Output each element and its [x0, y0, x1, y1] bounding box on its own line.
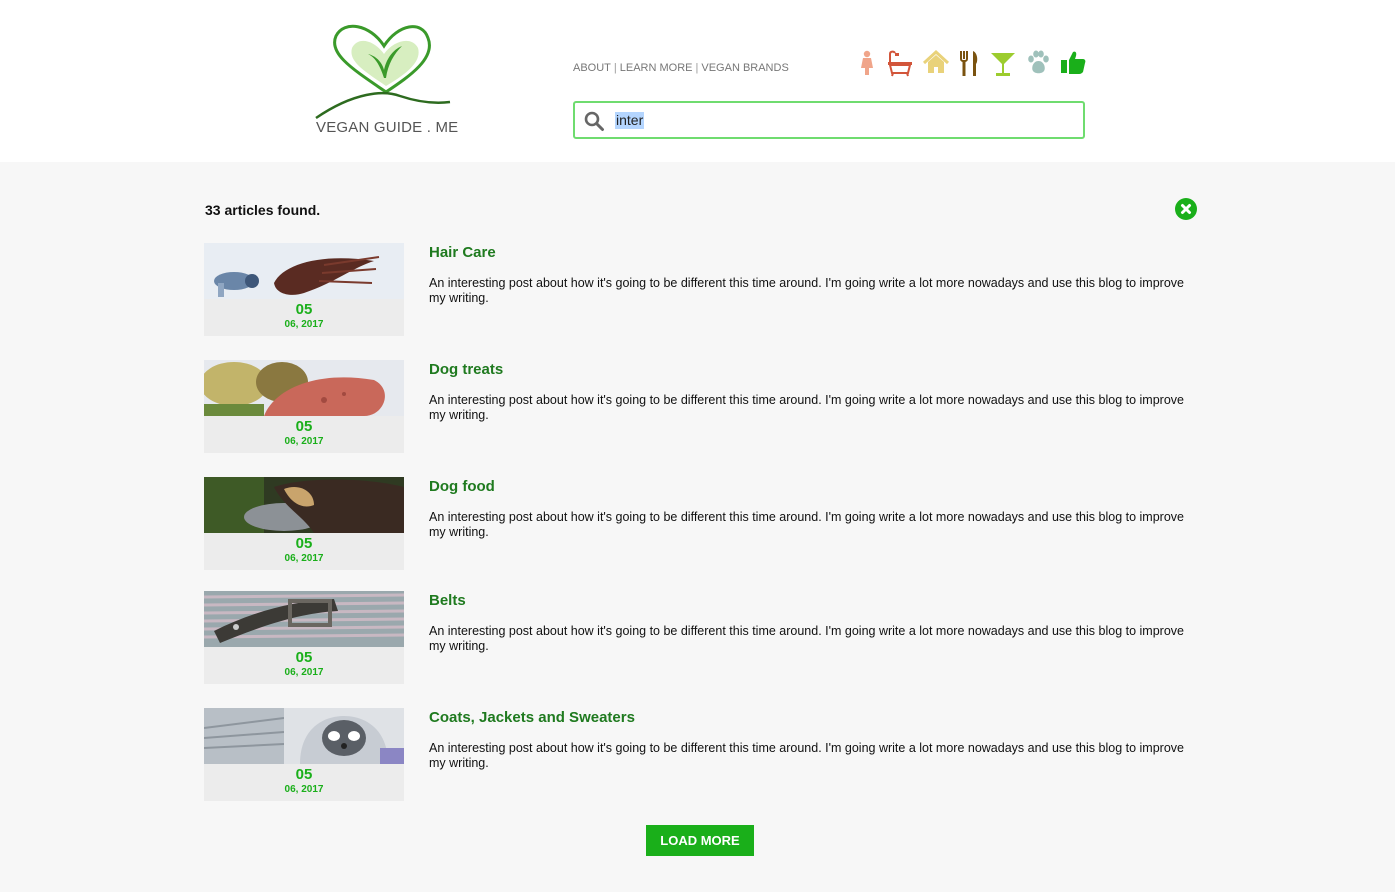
article-month-year: 06, 2017	[284, 667, 324, 678]
article-title[interactable]: Dog treats	[429, 361, 503, 378]
article-excerpt: An interesting post about how it's going…	[429, 741, 1184, 770]
search-icon[interactable]	[583, 110, 605, 132]
site-header: VEGAN GUIDE . ME ABOUT | LEARN MORE | VEGAN …	[0, 0, 1395, 162]
article-image[interactable]	[204, 360, 404, 416]
article-thumbnail[interactable]: 05 06, 2017	[204, 360, 404, 453]
nav-about-link[interactable]: ABOUT	[573, 62, 611, 74]
article-item: 05 06, 2017 Belts An interesting post ab…	[204, 591, 1194, 685]
article-excerpt: An interesting post about how it's going…	[429, 510, 1184, 539]
woman-icon[interactable]	[852, 48, 882, 78]
search-box[interactable]: inter	[573, 101, 1085, 139]
logo-text: VEGAN GUIDE . ME	[316, 119, 459, 136]
article-item: 05 06, 2017 Dog treats An interesting po…	[204, 360, 1194, 454]
cocktail-icon[interactable]	[988, 48, 1018, 78]
nav-learn-more-link[interactable]: LEARN MORE	[620, 62, 693, 74]
nav-separator: |	[613, 62, 617, 74]
article-day: 05	[295, 301, 313, 318]
article-month-year: 06, 2017	[284, 319, 324, 330]
top-navigation: ABOUT | LEARN MORE | VEGAN BRANDS	[573, 62, 789, 74]
article-excerpt: An interesting post about how it's going…	[429, 393, 1184, 422]
article-title[interactable]: Hair Care	[429, 244, 496, 261]
nav-vegan-brands-link[interactable]: VEGAN BRANDS	[701, 62, 788, 74]
fork-knife-icon[interactable]	[954, 48, 984, 78]
article-thumbnail[interactable]: 05 06, 2017	[204, 708, 404, 801]
article-thumbnail[interactable]: 05 06, 2017	[204, 243, 404, 336]
article-month-year: 06, 2017	[284, 553, 324, 564]
load-more-button[interactable]: LOAD MORE	[646, 825, 754, 856]
article-month-year: 06, 2017	[284, 436, 324, 447]
results-count: 33 articles found.	[205, 202, 321, 218]
article-day: 05	[295, 649, 313, 666]
close-icon	[1181, 204, 1191, 214]
bathtub-icon[interactable]	[885, 48, 915, 78]
article-image[interactable]	[204, 591, 404, 647]
paw-icon[interactable]	[1023, 48, 1053, 78]
article-day: 05	[295, 766, 313, 783]
article-thumbnail[interactable]: 05 06, 2017	[204, 477, 404, 570]
article-image[interactable]	[204, 477, 404, 533]
article-title[interactable]: Coats, Jackets and Sweaters	[429, 709, 635, 726]
close-results-button[interactable]	[1175, 198, 1197, 220]
article-image[interactable]	[204, 708, 404, 764]
article-item: 05 06, 2017 Dog food An interesting post…	[204, 477, 1194, 571]
article-excerpt: An interesting post about how it's going…	[429, 624, 1184, 653]
article-thumbnail[interactable]: 05 06, 2017	[204, 591, 404, 684]
article-title[interactable]: Dog food	[429, 478, 495, 495]
house-icon[interactable]	[921, 48, 951, 78]
article-item: 05 06, 2017 Hair Care An interesting pos…	[204, 243, 1194, 337]
article-image[interactable]	[204, 243, 404, 299]
article-day: 05	[295, 535, 313, 552]
article-excerpt: An interesting post about how it's going…	[429, 276, 1184, 305]
article-title[interactable]: Belts	[429, 592, 466, 609]
thumbs-up-icon[interactable]	[1058, 48, 1088, 78]
article-item: 05 06, 2017 Coats, Jackets and Sweaters …	[204, 708, 1194, 802]
article-month-year: 06, 2017	[284, 784, 324, 795]
search-input-value[interactable]: inter	[615, 112, 645, 129]
article-day: 05	[295, 418, 313, 435]
